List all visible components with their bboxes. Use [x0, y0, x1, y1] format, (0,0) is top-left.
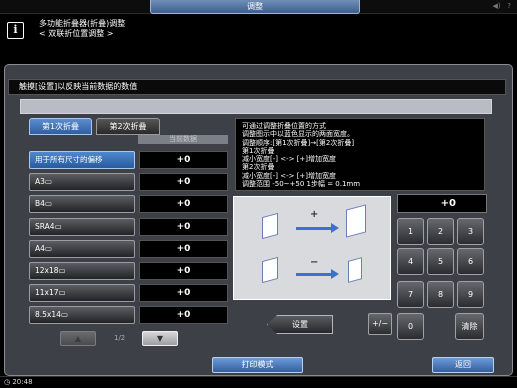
key-6[interactable]: 6: [457, 248, 484, 275]
size-row-button[interactable]: 11x17▭: [29, 284, 135, 303]
print-mode-button[interactable]: 打印模式: [212, 357, 303, 373]
keypad-display: +0: [397, 194, 487, 213]
size-row-value: +0: [139, 239, 228, 258]
info-line-2: < 双联折位置调整 >: [39, 29, 114, 38]
instruction-text: 可通过调整折叠位置的方式 调整图示中以蓝色显示的两面宽度。 调整顺序:[第1次折…: [235, 118, 485, 191]
clear-button[interactable]: 清除: [455, 313, 484, 340]
scroll-down-button[interactable]: ▼: [142, 331, 178, 346]
fold-diagram: + −: [233, 196, 391, 300]
info-text: 多功能折叠器(折叠)调整 < 双联折位置调整 >: [39, 19, 125, 39]
fold-before-icon-2: [262, 256, 278, 284]
scroll-up-button[interactable]: ▲: [60, 331, 96, 346]
size-row-button[interactable]: B4▭: [29, 195, 135, 214]
size-row-button[interactable]: 12x18▭: [29, 262, 135, 280]
clock-icon: ◷: [4, 378, 11, 386]
panel-title: 触摸[设置]以反映当前数据的数值: [8, 79, 506, 95]
size-row-value: +0: [139, 262, 228, 280]
arrowhead-plus-icon: [331, 223, 339, 233]
tab-first-fold[interactable]: 第1次折叠: [29, 118, 92, 135]
size-row-button[interactable]: A3▭: [29, 173, 135, 192]
key-4[interactable]: 4: [397, 248, 424, 275]
current-data-header: 当前数据: [138, 135, 228, 144]
size-row-value: +0: [139, 151, 228, 169]
arrowhead-minus-icon: [331, 269, 339, 279]
key-2[interactable]: 2: [427, 218, 454, 245]
size-row-value: +0: [139, 217, 228, 236]
screen-title-tab: 调整: [150, 0, 360, 14]
info-line-1: 多功能折叠器(折叠)调整: [39, 19, 126, 28]
size-row-value: +0: [139, 306, 228, 325]
minus-sign: −: [310, 257, 319, 268]
size-row-button[interactable]: SRA4▭: [29, 217, 135, 236]
key-0[interactable]: 0: [397, 313, 424, 340]
status-bar: ◷ 20:48: [0, 376, 517, 388]
key-8[interactable]: 8: [427, 281, 454, 308]
key-1[interactable]: 1: [397, 218, 424, 245]
size-row-button[interactable]: 用于所有尺寸的偏移: [29, 151, 135, 169]
key-9[interactable]: 9: [457, 281, 484, 308]
plus-sign: +: [310, 209, 319, 220]
set-button[interactable]: 设置: [267, 315, 333, 334]
help-icon[interactable]: ?: [507, 2, 511, 10]
size-row-value: +0: [139, 284, 228, 303]
tab-second-fold[interactable]: 第2次折叠: [96, 118, 160, 135]
page-indicator: 1/2: [114, 334, 126, 342]
size-row-button[interactable]: A4▭: [29, 239, 135, 258]
size-row-value: +0: [139, 195, 228, 214]
panel-separator: [20, 99, 492, 114]
plus-minus-button[interactable]: +/−: [368, 313, 392, 335]
size-row-value: +0: [139, 173, 228, 192]
back-button[interactable]: 返回: [432, 357, 494, 373]
key-7[interactable]: 7: [397, 281, 424, 308]
key-3[interactable]: 3: [457, 218, 484, 245]
arrow-minus: [296, 273, 332, 276]
fold-after-small-icon: [348, 257, 362, 283]
volume-icon[interactable]: ◀): [492, 2, 500, 10]
arrow-plus: [296, 227, 332, 230]
top-icons: ◀) ?: [461, 2, 511, 12]
size-row-button[interactable]: 8.5x14▭: [29, 306, 135, 325]
fold-before-icon: [262, 212, 278, 240]
info-icon: i: [7, 22, 24, 39]
key-5[interactable]: 5: [427, 248, 454, 275]
clock-time: 20:48: [12, 378, 33, 386]
fold-after-large-icon: [346, 204, 366, 238]
